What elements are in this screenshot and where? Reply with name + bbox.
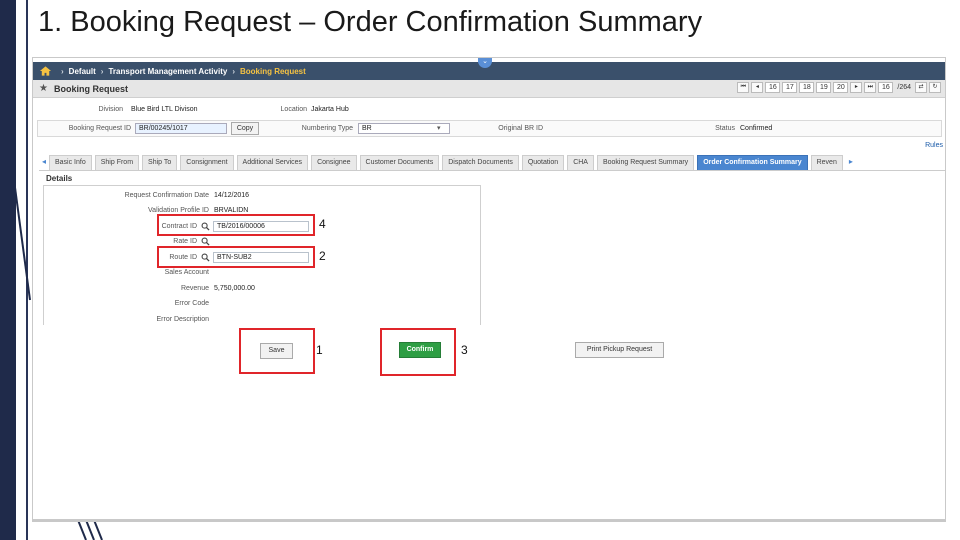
tab-revenue[interactable]: Reven <box>810 155 843 170</box>
tab-quotation[interactable]: Quotation <box>521 155 565 170</box>
window-titlebar: ★ Booking Request ⏮ ◂ 16 17 18 19 20 ▸ ⏭… <box>33 80 945 98</box>
location-label: Location <box>280 106 307 113</box>
print-pickup-request-button[interactable]: Print Pickup Request <box>575 342 664 358</box>
prev-page-icon[interactable]: ◂ <box>751 82 764 93</box>
tab-ship-from[interactable]: Ship From <box>94 155 140 170</box>
screenshot-frame: › Default › Transport Management Activit… <box>32 57 946 520</box>
error-description-label: Error Description <box>156 316 209 323</box>
page-box-1[interactable]: 16 <box>765 82 781 93</box>
search-icon[interactable] <box>201 237 210 246</box>
next-page-icon[interactable]: ▸ <box>850 82 863 93</box>
tab-cha[interactable]: CHA <box>567 155 594 170</box>
highlight-contract-id <box>157 214 315 236</box>
window-title: Booking Request <box>53 83 128 94</box>
last-page-icon[interactable]: ⏭ <box>864 82 877 93</box>
request-confirmation-date-value: 14/12/2016 <box>214 192 250 199</box>
tab-basic-info[interactable]: Basic Info <box>49 155 92 170</box>
status-label: Status <box>715 125 735 132</box>
tab-scroll-right-icon[interactable]: ▸ <box>846 155 856 170</box>
sales-account-label: Sales Account <box>164 269 209 276</box>
tab-additional-services[interactable]: Additional Services <box>236 155 309 170</box>
tab-consignee[interactable]: Consignee <box>311 155 357 170</box>
revenue-value: 5,750,000.00 <box>214 285 255 292</box>
tab-order-confirmation-summary[interactable]: Order Confirmation Summary <box>697 155 808 170</box>
highlight-save <box>239 328 315 374</box>
original-br-id-label: Original BR ID <box>498 125 543 132</box>
validation-profile-label: Validation Profile ID <box>148 207 209 214</box>
callout-3: 3 <box>461 343 468 357</box>
rules-link[interactable]: Rules <box>925 142 943 149</box>
status-value: Confirmed <box>740 125 773 132</box>
booking-request-id-input[interactable]: BR/00245/1017 <box>135 123 227 134</box>
revenue-label: Revenue <box>180 285 209 292</box>
breadcrumb-transport-management[interactable]: Transport Management Activity <box>108 67 227 76</box>
validation-profile-value: BRVALIDN <box>214 207 249 214</box>
rate-id-label: Rate ID <box>173 238 197 245</box>
tab-dispatch-documents[interactable]: Dispatch Documents <box>442 155 519 170</box>
callout-2: 2 <box>319 249 326 263</box>
tab-ship-to[interactable]: Ship To <box>142 155 178 170</box>
tab-bar: ◂ Basic Info Ship From Ship To Consignme… <box>39 155 945 171</box>
record-pager: ⏮ ◂ 16 17 18 19 20 ▸ ⏭ 16 /264 ⇄ ↻ <box>737 82 941 93</box>
tab-customer-documents[interactable]: Customer Documents <box>359 155 440 170</box>
booking-request-id-label: Booking Request ID <box>68 125 131 132</box>
home-icon[interactable] <box>39 65 52 77</box>
highlight-confirm <box>380 328 456 376</box>
request-confirmation-date-label: Request Confirmation Date <box>124 192 209 199</box>
copy-button[interactable]: Copy <box>231 122 259 135</box>
refresh-icon[interactable]: ↻ <box>929 82 941 93</box>
numbering-type-label: Numbering Type <box>301 125 353 132</box>
tab-scroll-left-icon[interactable]: ◂ <box>39 155 49 170</box>
error-code-label: Error Code <box>174 300 209 307</box>
chevron-right-icon: › <box>100 66 104 76</box>
page-total: /264 <box>897 84 911 91</box>
star-icon[interactable]: ★ <box>39 83 48 94</box>
chevron-right-icon: › <box>232 66 235 76</box>
page-box-2[interactable]: 17 <box>782 82 798 93</box>
callout-4: 4 <box>319 217 326 231</box>
shuffle-icon[interactable]: ⇄ <box>915 82 927 93</box>
tab-consignment[interactable]: Consignment <box>180 155 234 170</box>
breadcrumb-default[interactable]: Default <box>69 67 96 76</box>
tab-booking-request-summary[interactable]: Booking Request Summary <box>596 155 695 170</box>
slide-title: 1. Booking Request – Order Confirmation … <box>38 6 703 38</box>
page-box-3[interactable]: 18 <box>799 82 815 93</box>
page-box-5[interactable]: 20 <box>833 82 849 93</box>
current-page-input[interactable]: 16 <box>878 82 894 93</box>
division-label: Division <box>98 106 123 113</box>
chevron-right-icon: › <box>61 66 64 76</box>
details-heading: Details <box>46 174 73 183</box>
callout-1: 1 <box>316 343 323 357</box>
highlight-route-id <box>157 246 315 268</box>
location-value: Jakarta Hub <box>311 106 349 113</box>
breadcrumb-booking-request[interactable]: Booking Request <box>240 67 306 76</box>
page-box-4[interactable]: 19 <box>816 82 832 93</box>
chevron-down-icon[interactable]: ▾ <box>437 124 441 132</box>
first-page-icon[interactable]: ⏮ <box>737 82 750 93</box>
division-value: Blue Bird LTL Divison <box>131 106 198 113</box>
